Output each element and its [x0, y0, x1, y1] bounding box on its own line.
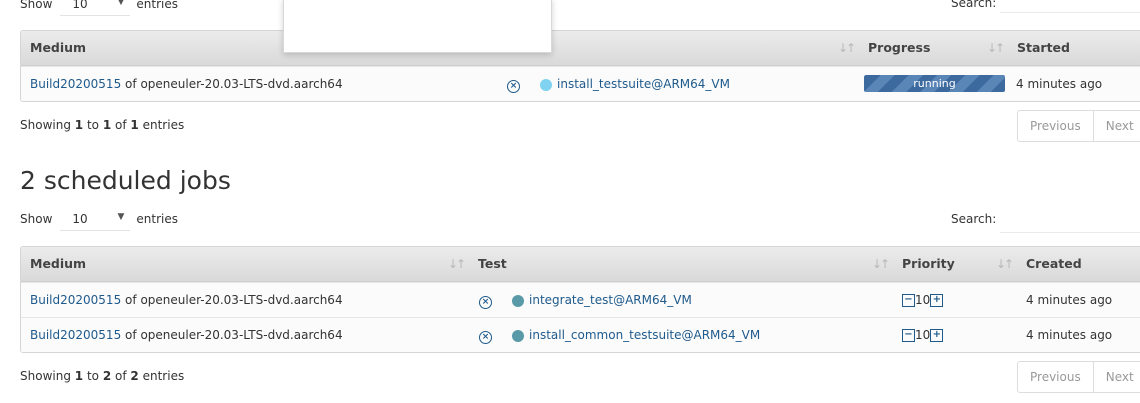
next-button[interactable]: Next — [1092, 362, 1140, 392]
table-row: Build20200515 of openeuler-20.03-LTS-dvd… — [21, 317, 1140, 352]
column-header-test[interactable]: Test — [478, 247, 507, 281]
sort-icon[interactable]: ↓↑ — [838, 31, 856, 65]
column-header-priority[interactable]: Priority — [902, 247, 955, 281]
sort-icon[interactable]: ↓↑ — [872, 247, 890, 281]
show-label: Show — [20, 212, 53, 226]
running-search-label: Search: — [951, 0, 997, 10]
cancel-job-button[interactable]: × — [479, 318, 492, 352]
scheduled-table-info: Showing 1 to 2 of 2 entries — [20, 369, 184, 383]
created-time: 4 minutes ago — [1026, 293, 1113, 307]
close-circle-icon: × — [479, 331, 492, 344]
test-link[interactable]: install_common_testsuite@ARM64_VM — [529, 328, 760, 342]
column-header-progress[interactable]: Progress — [868, 31, 930, 65]
medium-cell: Build20200515 of openeuler-20.03-LTS-dvd… — [30, 67, 343, 101]
close-circle-icon: × — [479, 296, 492, 309]
previous-button[interactable]: Previous — [1018, 362, 1093, 392]
close-circle-icon: × — [507, 80, 520, 93]
status-dot-icon — [540, 78, 552, 91]
info-text: Showing — [20, 369, 71, 383]
table-row: Build20200515 of openeuler-20.03-LTS-dvd… — [21, 282, 1140, 317]
scheduled-pagination: Previous Next — [1017, 361, 1140, 393]
info-text: entries — [142, 369, 185, 383]
increase-priority-button[interactable]: + — [930, 329, 944, 342]
table-row: Build20200515 of openeuler-20.03-LTS-dvd… — [21, 66, 1140, 101]
info-text: to — [86, 118, 99, 132]
of-text: of — [125, 293, 137, 307]
column-header-created[interactable]: Created — [1026, 247, 1082, 281]
column-header-medium[interactable]: Medium — [30, 31, 86, 65]
of-text: of — [125, 77, 137, 91]
entries-label: entries — [136, 0, 178, 11]
chevron-down-icon: ▼ — [117, 0, 125, 7]
info-text: entries — [142, 118, 185, 132]
decrease-priority-button[interactable]: − — [902, 294, 915, 307]
info-from: 1 — [74, 118, 84, 132]
previous-button[interactable]: Previous — [1018, 111, 1093, 141]
info-total: 1 — [130, 118, 139, 132]
scheduled-page-length-select[interactable]: 10 ▼ — [60, 208, 131, 231]
iso-name: openeuler-20.03-LTS-dvd.aarch64 — [140, 328, 343, 342]
test-cell: install_testsuite@ARM64_VM — [540, 67, 730, 101]
build-link[interactable]: Build20200515 — [30, 77, 121, 91]
sort-icon[interactable]: ↓↑ — [996, 247, 1014, 281]
of-text: of — [125, 328, 137, 342]
info-total: 2 — [130, 369, 139, 383]
medium-cell: Build20200515 of openeuler-20.03-LTS-dvd… — [30, 283, 343, 317]
test-cell: integrate_test@ARM64_VM — [512, 283, 692, 317]
info-to: 2 — [102, 369, 112, 383]
info-to: 1 — [102, 118, 112, 132]
priority-cell: −10 + — [902, 283, 944, 317]
iso-name: openeuler-20.03-LTS-dvd.aarch64 — [140, 293, 343, 307]
page-length-value: 10 — [72, 211, 88, 226]
running-pagination: Previous Next — [1017, 110, 1140, 142]
created-time: 4 minutes ago — [1026, 328, 1113, 342]
running-page-length-select[interactable]: 10 ▼ — [60, 0, 131, 16]
page-length-value: 10 — [72, 0, 88, 11]
entries-label: entries — [136, 212, 178, 226]
test-cell: install_common_testsuite@ARM64_VM — [512, 318, 760, 352]
running-length-control: Show 10 ▼ entries — [20, 0, 178, 16]
table-header: Medium ↓↑ Test ↓↑ Progress ↓↑ Started — [21, 31, 1140, 66]
increase-priority-button[interactable]: + — [930, 294, 944, 307]
column-header-started[interactable]: Started — [1017, 31, 1070, 65]
info-text: to — [86, 369, 99, 383]
build-link[interactable]: Build20200515 — [30, 328, 121, 342]
scheduled-jobs-title: 2 scheduled jobs — [20, 166, 231, 195]
info-text: of — [115, 118, 127, 132]
info-text: Showing — [20, 118, 71, 132]
info-from: 1 — [74, 369, 84, 383]
show-label: Show — [20, 0, 53, 11]
decrease-priority-button[interactable]: − — [902, 329, 915, 342]
running-search-input[interactable] — [1000, 0, 1140, 13]
column-header-medium[interactable]: Medium — [30, 247, 86, 281]
info-text: of — [115, 369, 127, 383]
running-table-info: Showing 1 to 1 of 1 entries — [20, 118, 184, 132]
scheduled-search-label: Search: — [951, 212, 997, 226]
status-dot-icon — [512, 294, 524, 307]
scheduled-search-input[interactable] — [1000, 206, 1140, 233]
test-link[interactable]: install_testsuite@ARM64_VM — [557, 77, 730, 91]
table-header: Medium ↓↑ Test ↓↑ Priority ↓↑ Created — [21, 247, 1140, 282]
priority-cell: −10 + — [902, 318, 944, 352]
sort-icon[interactable]: ↓↑ — [448, 247, 466, 281]
scheduled-length-control: Show 10 ▼ entries — [20, 207, 178, 231]
cancel-job-button[interactable]: × — [479, 283, 492, 317]
progress-bar: running — [864, 75, 1005, 92]
popup-overlay — [283, 0, 552, 53]
chevron-down-icon: ▼ — [117, 211, 125, 222]
medium-cell: Build20200515 of openeuler-20.03-LTS-dvd… — [30, 318, 343, 352]
running-jobs-table: Medium ↓↑ Test ↓↑ Progress ↓↑ Started Bu… — [20, 30, 1140, 102]
sort-icon[interactable]: ↓↑ — [987, 31, 1005, 65]
cancel-job-button[interactable]: × — [507, 67, 520, 101]
priority-value: 10 — [915, 293, 931, 307]
scheduled-jobs-table: Medium ↓↑ Test ↓↑ Priority ↓↑ Created Bu… — [20, 246, 1140, 353]
test-link[interactable]: integrate_test@ARM64_VM — [529, 293, 692, 307]
next-button[interactable]: Next — [1092, 111, 1140, 141]
priority-value: 10 — [915, 328, 931, 342]
status-dot-icon — [512, 329, 524, 342]
started-time: 4 minutes ago — [1016, 77, 1103, 91]
build-link[interactable]: Build20200515 — [30, 293, 121, 307]
iso-name: openeuler-20.03-LTS-dvd.aarch64 — [140, 77, 343, 91]
